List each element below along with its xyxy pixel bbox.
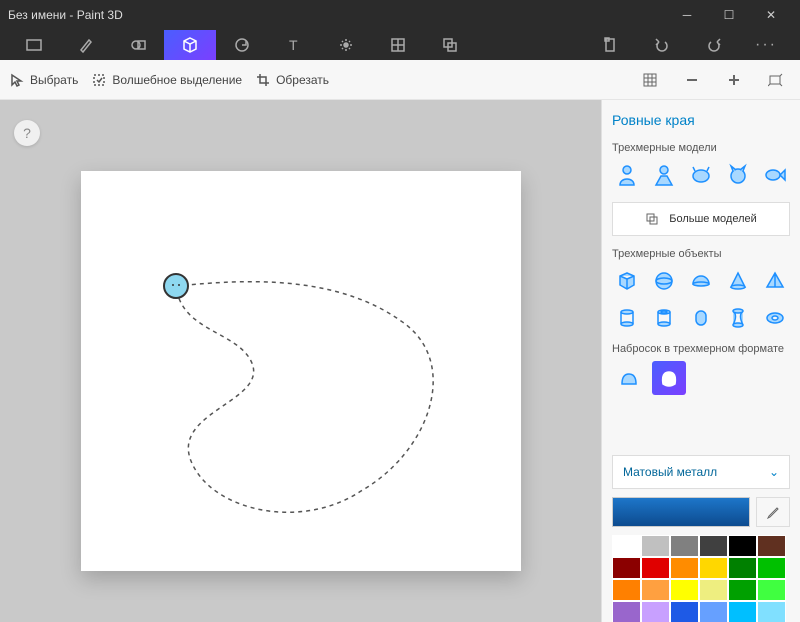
shape-curved-cylinder[interactable] (723, 303, 753, 333)
palette-swatch[interactable] (641, 557, 670, 579)
titlebar: Без имени - Paint 3D ─ ☐ ✕ (0, 0, 800, 30)
shape-hemisphere[interactable] (686, 266, 716, 296)
palette-swatch[interactable] (641, 535, 670, 557)
window-title: Без имени - Paint 3D (8, 8, 666, 22)
window-controls: ─ ☐ ✕ (666, 0, 792, 30)
tab-canvas[interactable] (372, 30, 424, 60)
objects-label: Трехмерные объекты (612, 248, 790, 260)
palette-swatch[interactable] (612, 535, 641, 557)
palette-swatch[interactable] (612, 579, 641, 601)
magic-select-icon (92, 73, 106, 87)
panel-title: Ровные края (612, 112, 790, 128)
palette-swatch[interactable] (728, 557, 757, 579)
secondary-toolbar: Выбрать Волшебное выделение Обрезать (0, 60, 800, 100)
tab-paste[interactable] (584, 30, 636, 60)
model-dog[interactable] (686, 160, 716, 190)
shape-cone[interactable] (723, 266, 753, 296)
crop-icon (256, 73, 270, 87)
material-label: Матовый металл (623, 465, 717, 479)
crop-label: Обрезать (276, 73, 329, 87)
objects-row (612, 266, 790, 333)
shape-cube[interactable] (612, 266, 642, 296)
palette-swatch[interactable] (612, 557, 641, 579)
models-row (612, 160, 790, 190)
tab-undo[interactable] (636, 30, 688, 60)
palette-swatch[interactable] (670, 601, 699, 622)
tab-brushes[interactable] (60, 30, 112, 60)
canvas[interactable] (81, 171, 521, 571)
magic-select-button[interactable]: Волшебное выделение (92, 73, 242, 87)
palette-swatch[interactable] (757, 601, 786, 622)
color-preview-row (612, 497, 790, 527)
shape-tube[interactable] (649, 303, 679, 333)
tab-redo[interactable] (688, 30, 740, 60)
library-icon (645, 212, 659, 226)
model-man[interactable] (612, 160, 642, 190)
tab-library[interactable] (424, 30, 476, 60)
current-color[interactable] (612, 497, 750, 527)
canvas-area: ? (0, 100, 601, 622)
palette-swatch[interactable] (670, 557, 699, 579)
grid-toggle[interactable] (636, 66, 664, 94)
palette-swatch[interactable] (757, 579, 786, 601)
drawing-sketch (81, 171, 521, 571)
tab-text[interactable]: T (268, 30, 320, 60)
svg-text:T: T (289, 37, 298, 53)
zoom-out[interactable] (678, 66, 706, 94)
shape-sphere[interactable] (649, 266, 679, 296)
crop-button[interactable]: Обрезать (256, 73, 329, 87)
palette-swatch[interactable] (699, 535, 728, 557)
shape-capsule[interactable] (686, 303, 716, 333)
palette-swatch[interactable] (728, 601, 757, 622)
tab-2d-shapes[interactable] (112, 30, 164, 60)
model-woman[interactable] (649, 160, 679, 190)
palette-swatch[interactable] (757, 557, 786, 579)
model-fish[interactable] (760, 160, 790, 190)
workspace: ? Ровные края Трехмерные модели Больше м… (0, 100, 800, 622)
palette-swatch[interactable] (757, 535, 786, 557)
view-3d-button[interactable] (762, 66, 790, 94)
palette-swatch[interactable] (728, 579, 757, 601)
more-models-button[interactable]: Больше моделей (612, 202, 790, 236)
shape-pyramid[interactable] (760, 266, 790, 296)
tab-stickers[interactable] (216, 30, 268, 60)
palette-swatch[interactable] (699, 557, 728, 579)
cursor-arrow-icon (10, 73, 24, 87)
side-panel: Ровные края Трехмерные модели Больше мод… (601, 100, 800, 622)
tab-more[interactable]: ··· (740, 30, 792, 60)
eyedropper-button[interactable] (756, 497, 790, 527)
palette-swatch[interactable] (612, 601, 641, 622)
main-toolbar: T ··· (0, 30, 800, 60)
more-models-label: Больше моделей (669, 213, 757, 225)
color-palette (612, 535, 790, 622)
doodle-label: Набросок в трехмерном формате (612, 343, 790, 355)
tab-effects[interactable] (320, 30, 372, 60)
material-select[interactable]: Матовый металл ⌄ (612, 455, 790, 489)
palette-swatch[interactable] (699, 601, 728, 622)
minimize-button[interactable]: ─ (666, 0, 708, 30)
close-button[interactable]: ✕ (750, 0, 792, 30)
help-button[interactable]: ? (14, 120, 40, 146)
palette-swatch[interactable] (699, 579, 728, 601)
select-label: Выбрать (30, 73, 78, 87)
palette-swatch[interactable] (641, 601, 670, 622)
maximize-button[interactable]: ☐ (708, 0, 750, 30)
shape-cylinder[interactable] (612, 303, 642, 333)
chevron-down-icon: ⌄ (769, 465, 779, 479)
doodle-smooth-edge[interactable] (652, 361, 686, 395)
palette-swatch[interactable] (728, 535, 757, 557)
doodle-row (612, 361, 790, 395)
doodle-sharp-edge[interactable] (612, 361, 646, 395)
palette-swatch[interactable] (670, 535, 699, 557)
tab-menu[interactable] (8, 30, 60, 60)
magic-label: Волшебное выделение (112, 73, 242, 87)
palette-swatch[interactable] (670, 579, 699, 601)
select-button[interactable]: Выбрать (10, 73, 78, 87)
model-cat[interactable] (723, 160, 753, 190)
models-label: Трехмерные модели (612, 142, 790, 154)
shape-torus[interactable] (760, 303, 790, 333)
tab-3d-shapes[interactable] (164, 30, 216, 60)
zoom-in[interactable] (720, 66, 748, 94)
palette-swatch[interactable] (641, 579, 670, 601)
